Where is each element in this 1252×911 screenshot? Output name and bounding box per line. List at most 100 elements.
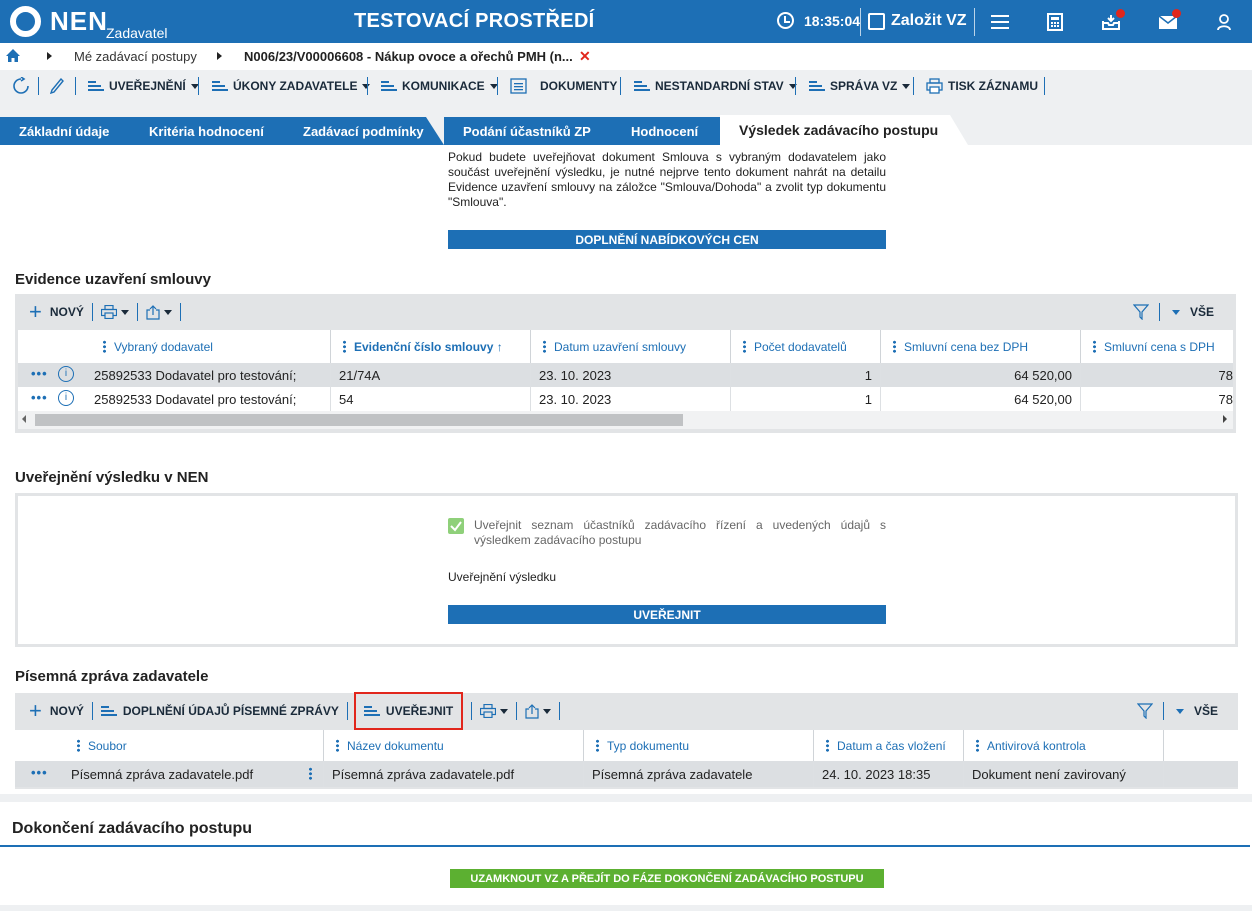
menu-uverejneni[interactable]: UVEŘEJNĚNÍ — [88, 70, 199, 102]
column-header[interactable]: Datum uzavření smlouvy — [530, 330, 730, 363]
tab-podani-ucastniku[interactable]: Podání účastníků ZP — [444, 117, 630, 145]
file-menu-icon[interactable] — [309, 767, 320, 783]
column-header[interactable]: Antivirová kontrola — [963, 730, 1163, 761]
tab-vysledek-zadavaciho-postupu[interactable]: Výsledek zadávacího postupu — [720, 115, 968, 145]
tab-zadavaci-podminky[interactable]: Zadávací podmínky — [284, 117, 444, 145]
section-separator — [0, 794, 1252, 802]
caret-down-icon[interactable] — [120, 309, 129, 315]
breadcrumb-chevron-icon — [217, 52, 222, 60]
printer-icon[interactable] — [100, 305, 117, 319]
menu-dokumenty-label: DOKUMENTY — [540, 79, 618, 93]
section-title-uverejneni: Uveřejnění výsledku v NEN — [15, 469, 209, 486]
divider — [620, 77, 621, 95]
pencil-icon — [50, 78, 64, 94]
scrollbar-thumb[interactable] — [35, 414, 683, 426]
tab-kriteria-hodnoceni[interactable]: Kritéria hodnocení — [130, 117, 302, 145]
tab-zakladni-udaje[interactable]: Základní údaje — [0, 117, 148, 145]
actions-icon — [212, 80, 228, 92]
caret-down-icon[interactable] — [1171, 309, 1180, 315]
caret-down-icon — [902, 83, 911, 89]
divider — [91, 303, 93, 321]
caret-down-icon[interactable] — [163, 309, 172, 315]
add-icon[interactable]: + — [29, 698, 42, 724]
nen-logo-icon[interactable] — [10, 6, 41, 37]
report-doplneni-button[interactable]: DOPLNĚNÍ ÚDAJŮ PÍSEMNÉ ZPRÁVY — [123, 704, 339, 718]
document-icon — [510, 78, 527, 94]
breadcrumb: Mé zadávací postupy N006/23/V00006608 - … — [0, 43, 1252, 70]
column-header[interactable]: Vybraný dodavatel — [91, 330, 330, 363]
home-icon[interactable] — [6, 49, 20, 65]
edit-icon — [868, 12, 885, 30]
menu-icon[interactable] — [988, 10, 1012, 34]
state-icon — [634, 80, 650, 92]
column-header[interactable]: Typ dokumentu — [583, 730, 813, 761]
row-menu-icon[interactable]: ••• — [31, 366, 48, 381]
table-row[interactable]: ••• i 25892533 Dodavatel pro testování; … — [18, 363, 1233, 387]
divider — [913, 77, 914, 95]
export-icon[interactable] — [146, 304, 160, 320]
cell-supplier-count: 1 — [730, 387, 880, 411]
close-icon[interactable]: ✕ — [579, 48, 591, 65]
add-icon[interactable]: + — [29, 299, 42, 325]
filter-icon[interactable] — [1136, 703, 1153, 719]
column-header[interactable]: Název dokumentu — [323, 730, 583, 761]
row-menu-icon[interactable]: ••• — [31, 765, 48, 780]
evidence-new-button[interactable]: NOVÝ — [50, 305, 84, 319]
column-header[interactable]: Smluvní cena bez DPH — [880, 330, 1080, 363]
action-toolbar: UVEŘEJNĚNÍ ÚKONY ZADAVATELE KOMUNIKACE D… — [0, 70, 1252, 102]
caret-down-icon[interactable] — [500, 708, 509, 714]
menu-nestandardni-stav[interactable]: NESTANDARDNÍ STAV — [634, 70, 797, 102]
info-icon[interactable]: i — [58, 390, 74, 406]
menu-dokumenty[interactable]: DOKUMENTY — [510, 70, 617, 102]
lock-and-complete-button[interactable]: UZAMKNOUT VZ A PŘEJÍT DO FÁZE DOKONČENÍ … — [450, 869, 884, 888]
divider — [91, 702, 93, 720]
caret-down-icon[interactable] — [1175, 708, 1184, 714]
create-tender-button[interactable]: Založit VZ — [868, 8, 967, 34]
column-header[interactable]: Smluvní cena s DPH — [1080, 330, 1233, 363]
export-icon[interactable] — [525, 703, 539, 719]
report-publish-button[interactable]: UVEŘEJNIT — [353, 692, 464, 730]
scroll-left-icon[interactable] — [22, 415, 26, 423]
menu-ukony-zadavatele[interactable]: ÚKONY ZADAVATELE — [212, 70, 371, 102]
breadcrumb-item-my-procedures[interactable]: Mé zadávací postupy — [74, 49, 197, 64]
scroll-right-icon[interactable] — [1223, 415, 1227, 423]
doplneni-nabidkovych-cen-button[interactable]: DOPLNĚNÍ NABÍDKOVÝCH CEN — [448, 230, 886, 249]
publish-result-button[interactable]: UVEŘEJNIT — [448, 605, 886, 624]
table-row[interactable]: ••• Písemná zpráva zadavatele.pdf Písemn… — [15, 761, 1238, 787]
column-header[interactable]: Evidenční číslo smlouvy ↑ — [330, 330, 530, 363]
edit-button[interactable] — [50, 70, 64, 102]
report-new-button[interactable]: NOVÝ — [50, 704, 84, 718]
tab-hodnoceni[interactable]: Hodnocení — [612, 117, 738, 145]
table-row[interactable]: ••• i 25892533 Dodavatel pro testování; … — [18, 387, 1233, 411]
publish-result-label: Uveřejnění výsledku — [448, 570, 557, 584]
menu-sprava-vz[interactable]: SPRÁVA VZ — [809, 70, 911, 102]
divider — [1162, 702, 1164, 720]
report-grid-header: Soubor Název dokumentu Typ dokumentu Dat… — [15, 730, 1238, 761]
info-icon[interactable]: i — [58, 366, 74, 382]
column-header[interactable]: Počet dodavatelů — [730, 330, 880, 363]
column-header[interactable]: Datum a čas vložení — [813, 730, 963, 761]
column-header[interactable]: Soubor — [65, 730, 323, 761]
filter-icon[interactable] — [1132, 304, 1149, 320]
print-record-button[interactable]: TISK ZÁZNAMU — [926, 70, 1038, 102]
evidence-grid-toolbar: + NOVÝ VŠE — [15, 294, 1236, 330]
user-icon[interactable] — [1212, 10, 1236, 34]
refresh-button[interactable] — [12, 70, 30, 102]
printer-icon[interactable] — [480, 704, 497, 718]
horizontal-scrollbar[interactable] — [18, 411, 1233, 429]
divider — [860, 8, 861, 36]
tab-bar: Základní údaje Kritéria hodnocení Zadáva… — [0, 102, 1252, 145]
calculator-icon[interactable] — [1043, 10, 1067, 34]
cell-file[interactable]: Písemná zpráva zadavatele.pdf — [63, 761, 323, 787]
row-menu-icon[interactable]: ••• — [31, 390, 48, 405]
menu-nestandardni-label: NESTANDARDNÍ STAV — [655, 79, 784, 93]
publish-participants-checkbox[interactable] — [448, 518, 464, 534]
show-all-button[interactable]: VŠE — [1194, 704, 1218, 718]
menu-komunikace[interactable]: KOMUNIKACE — [381, 70, 498, 102]
refresh-icon — [13, 77, 29, 94]
breadcrumb-item-current[interactable]: N006/23/V00006608 - Nákup ovoce a ořechů… — [244, 49, 573, 64]
cell-supplier: 25892533 Dodavatel pro testování; — [94, 391, 297, 407]
caret-down-icon[interactable] — [543, 708, 552, 714]
show-all-button[interactable]: VŠE — [1190, 305, 1214, 319]
logo-text[interactable]: NEN — [50, 6, 108, 37]
